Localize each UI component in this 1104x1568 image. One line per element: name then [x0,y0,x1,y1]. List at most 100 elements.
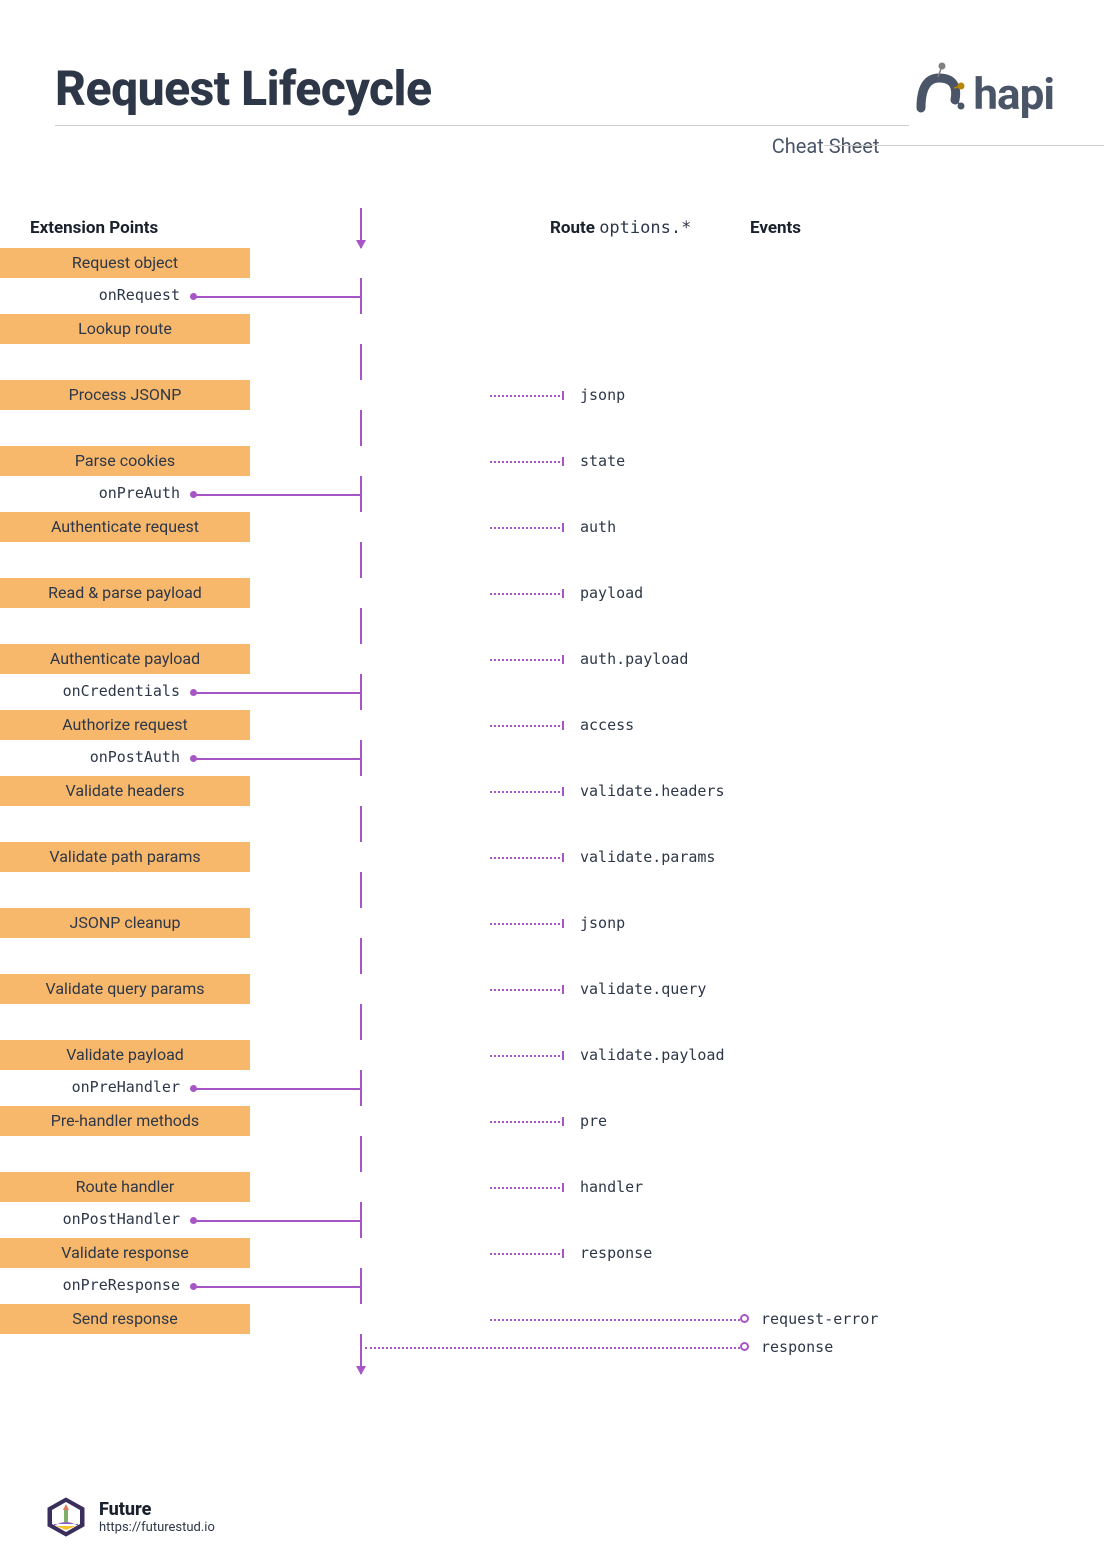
flow-connector-icon [360,1004,362,1040]
flow-connector-icon [360,1202,362,1238]
option-connector-icon [490,395,564,397]
extension-connector-icon [196,1088,360,1090]
hapi-logo: hapi [909,60,1054,120]
option-tick-icon [562,391,564,400]
option-tick-icon [562,1249,564,1258]
flow-connector-icon [360,1268,362,1304]
flow-connector-icon [360,1070,362,1106]
route-option: auth.payload [580,650,688,668]
route-option: handler [580,1178,643,1196]
option-connector-icon [490,923,564,925]
entry-arrow-icon [360,208,362,248]
route-option: validate.headers [580,782,725,800]
flow-connector-icon [360,608,362,644]
option-connector-icon [490,857,564,859]
route-option: access [580,716,634,734]
option-connector-icon [490,989,564,991]
extension-point: onPostAuth [40,748,180,766]
extension-connector-icon [196,494,360,496]
lifecycle-step: Request object [0,248,250,278]
header: Request Lifecycle Cheat Sheet hapi [0,0,1104,168]
extension-connector-icon [196,296,360,298]
option-tick-icon [562,457,564,466]
option-connector-icon [490,659,564,661]
event-label: response [761,1338,833,1356]
extension-point: onPostHandler [40,1210,180,1228]
lifecycle-step: Pre-handler methods [0,1106,250,1136]
route-option: auth [580,518,616,536]
page-title: Request Lifecycle [55,60,909,117]
futurestudio-logo-icon [45,1496,87,1538]
flow-connector-icon [360,344,362,380]
route-option: jsonp [580,914,625,932]
footer: Future https://futurestud.io [45,1496,215,1538]
flow-connector-icon [360,278,362,314]
extension-point: onPreAuth [40,484,180,502]
option-connector-icon [490,1055,564,1057]
option-tick-icon [562,589,564,598]
flow-connector-icon [360,872,362,908]
page-subtitle: Cheat Sheet [55,125,909,158]
option-tick-icon [562,1183,564,1192]
event-connector-icon [365,1347,740,1349]
option-connector-icon [490,791,564,793]
lifecycle-step: Route handler [0,1172,250,1202]
flow-connector-icon [360,1136,362,1172]
extension-point: onPreHandler [40,1078,180,1096]
footer-text: Future https://futurestud.io [99,1499,215,1535]
lifecycle-step: Read & parse payload [0,578,250,608]
extension-point: onCredentials [40,682,180,700]
event-ring-icon [740,1342,749,1351]
route-option: payload [580,584,643,602]
option-connector-icon [490,1187,564,1189]
header-route: Route options.* [550,218,691,238]
option-tick-icon [562,985,564,994]
hapi-logo-icon [909,60,969,120]
flow-connector-icon [360,410,362,446]
hapi-logo-text: hapi [973,68,1054,120]
lifecycle-step: Validate query params [0,974,250,1004]
footer-url: https://futurestud.io [99,1520,215,1535]
header-route-label: Route [550,218,595,238]
extension-connector-icon [196,1220,360,1222]
lifecycle-step: Process JSONP [0,380,250,410]
option-tick-icon [562,853,564,862]
header-extension-points: Extension Points [30,218,158,238]
flow-connector-icon [360,806,362,842]
event-label: request-error [761,1310,878,1328]
lifecycle-step: Authorize request [0,710,250,740]
header-rule-right [824,145,1104,146]
route-option: jsonp [580,386,625,404]
option-tick-icon [562,787,564,796]
header-route-code: options.* [599,218,691,238]
event-connector-icon [490,1319,740,1321]
exit-arrow-icon [360,1334,362,1374]
lifecycle-step: Validate response [0,1238,250,1268]
option-connector-icon [490,593,564,595]
option-tick-icon [562,655,564,664]
flow-connector-icon [360,938,362,974]
header-events: Events [750,218,801,238]
extension-connector-icon [196,758,360,760]
lifecycle-step: Lookup route [0,314,250,344]
extension-point: onPreResponse [40,1276,180,1294]
flow-connector-icon [360,542,362,578]
event-ring-icon [740,1314,749,1323]
option-tick-icon [562,721,564,730]
route-option: state [580,452,625,470]
flow-connector-icon [360,674,362,710]
title-block: Request Lifecycle Cheat Sheet [55,60,909,158]
option-connector-icon [490,527,564,529]
route-option: pre [580,1112,607,1130]
option-connector-icon [490,461,564,463]
lifecycle-step: Validate headers [0,776,250,806]
lifecycle-step: Validate path params [0,842,250,872]
option-tick-icon [562,1117,564,1126]
route-option: validate.payload [580,1046,725,1064]
extension-point: onRequest [40,286,180,304]
footer-brand: Future [99,1499,215,1520]
lifecycle-step: Validate payload [0,1040,250,1070]
flow-connector-icon [360,476,362,512]
lifecycle-step: Authenticate request [0,512,250,542]
option-connector-icon [490,1253,564,1255]
